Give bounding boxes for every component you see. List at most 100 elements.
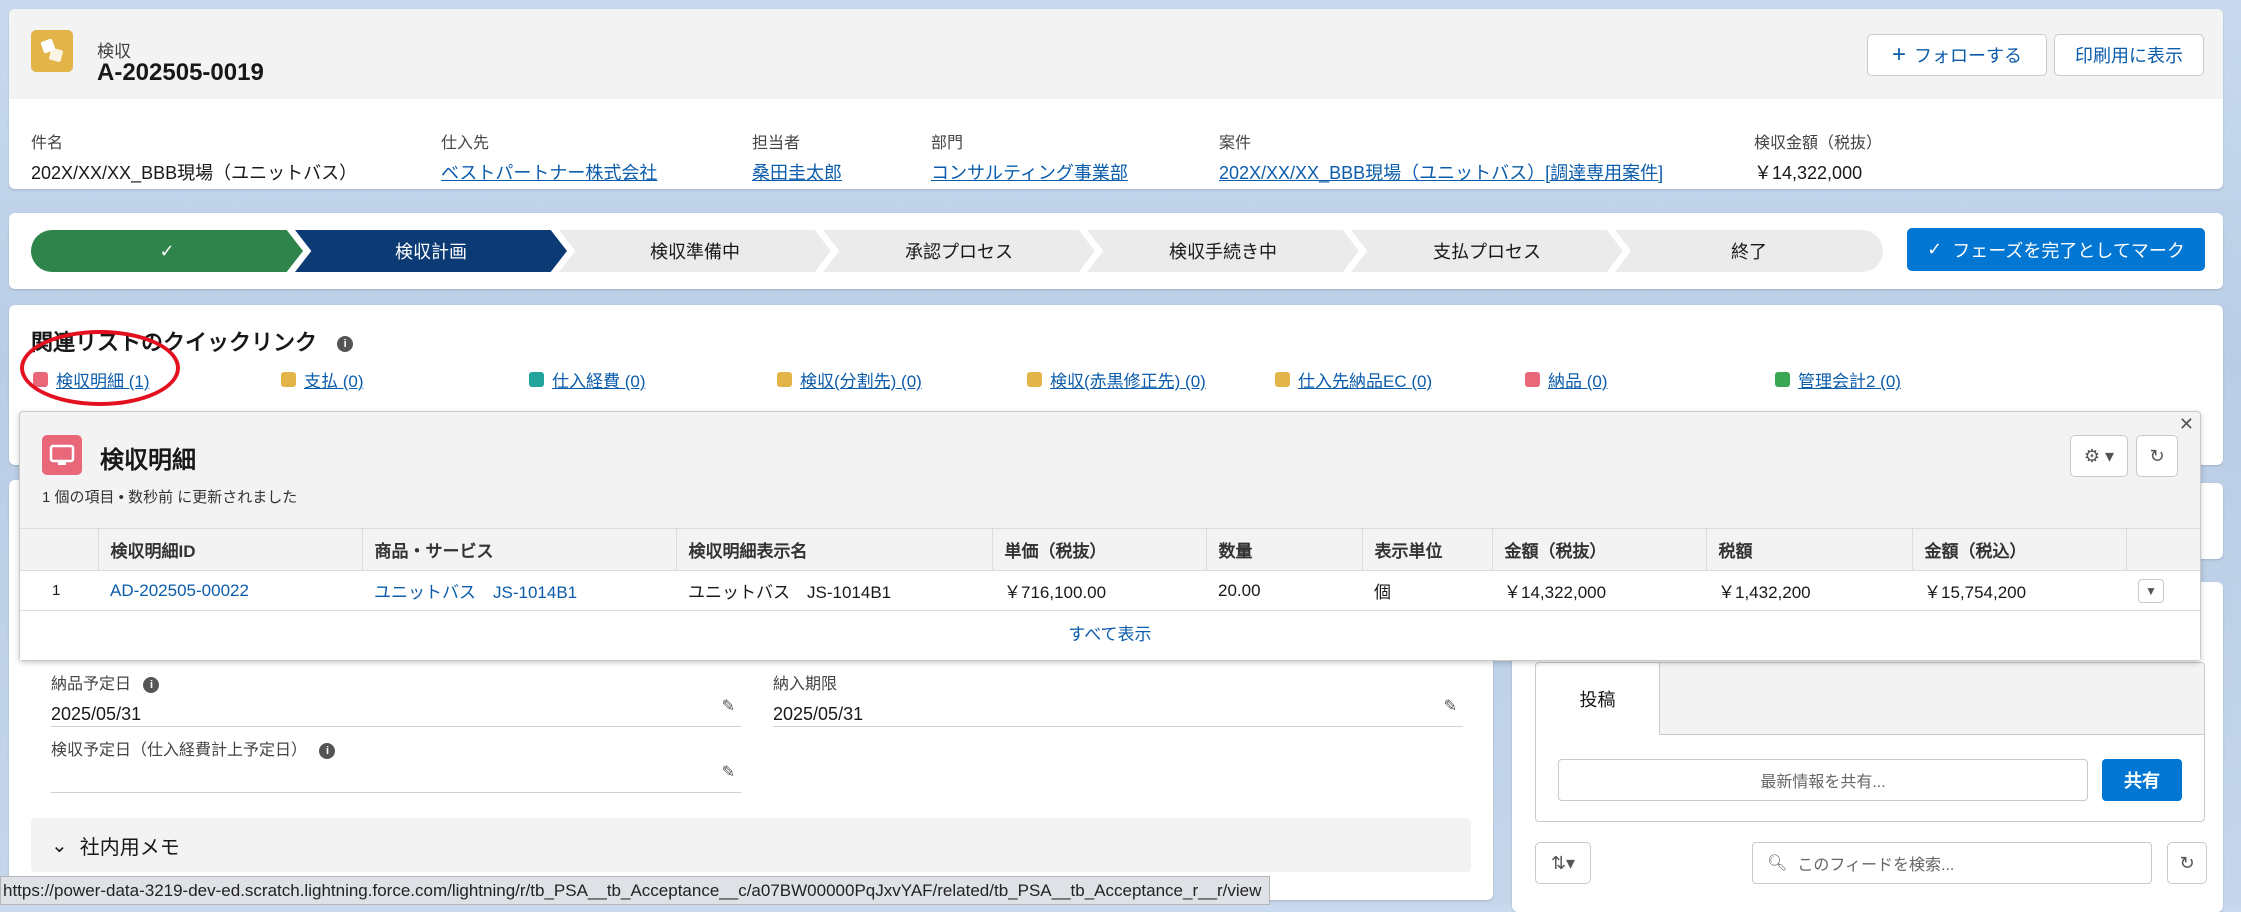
- field-label: 部門: [931, 135, 964, 152]
- quick-link-label[interactable]: 仕入経費 (0): [552, 367, 646, 392]
- print-label: 印刷用に表示: [2075, 46, 2183, 66]
- quick-link-label[interactable]: 仕入先納品EC (0): [1298, 367, 1432, 392]
- quick-link-delivery[interactable]: 納品 (0): [1525, 367, 1608, 392]
- column-header: [2125, 528, 2200, 571]
- path-step[interactable]: 承認プロセス: [823, 230, 1095, 272]
- mark-complete-button[interactable]: ✓ フェーズを完了としてマーク: [1907, 228, 2205, 271]
- edit-pencil-icon[interactable]: ✎: [1444, 696, 1457, 716]
- record-header: 検収 A-202505-0019 + フォローする 印刷用に表示 件名 202X…: [9, 9, 2223, 189]
- expense-icon: [529, 372, 544, 387]
- table-cell: ￥716,100.00: [992, 570, 1206, 611]
- field-value: 2025/05/31: [773, 704, 864, 724]
- cell-link[interactable]: ユニットバス JS-1014B1: [374, 583, 577, 602]
- table-cell: ユニットバス JS-1014B1: [676, 570, 992, 611]
- field-underline: [51, 726, 741, 727]
- view-all-link[interactable]: すべて表示: [20, 610, 2200, 660]
- field-label: 案件: [1219, 135, 1252, 152]
- section-internal-memo[interactable]: ⌄ 社内用メモ: [31, 818, 1471, 872]
- edit-pencil-icon[interactable]: ✎: [722, 696, 735, 716]
- search-icon: 🔍︎: [1767, 855, 1788, 872]
- quick-link-label[interactable]: 支払 (0): [304, 367, 364, 392]
- printable-view-button[interactable]: 印刷用に表示: [2054, 34, 2204, 76]
- check-icon: ✓: [159, 240, 175, 261]
- quick-link-label[interactable]: 検収(赤黒修正先) (0): [1050, 367, 1206, 392]
- sort-icon: ⇅▾: [1550, 852, 1576, 873]
- feed-search-input[interactable]: 🔍︎ このフィードを検索...: [1752, 842, 2152, 884]
- quick-link-label[interactable]: 管理会計2 (0): [1798, 367, 1901, 392]
- delivery-ec-icon: [1275, 372, 1290, 387]
- path-step[interactable]: 支払プロセス: [1351, 230, 1623, 272]
- acceptance-icon: [777, 372, 792, 387]
- field-value: 2025/05/31: [51, 704, 142, 724]
- field-department: 部門 コンサルティング事業部: [931, 129, 1128, 185]
- popover-title: 検収明細: [100, 447, 196, 474]
- column-header[interactable]: 表示単位: [1361, 528, 1492, 571]
- table-row: 1 AD-202505-00022 ユニットバス JS-1014B1 ユニットバ…: [20, 570, 2200, 611]
- follow-button[interactable]: + フォローする: [1867, 34, 2047, 76]
- column-header[interactable]: 検収明細ID: [97, 528, 362, 571]
- column-header[interactable]: 商品・サービス: [361, 528, 676, 571]
- path-step-current[interactable]: 検収計画: [295, 230, 567, 272]
- quick-link-supplier-delivery[interactable]: 仕入先納品EC (0): [1275, 367, 1432, 392]
- quick-link-purchase-expense[interactable]: 仕入経費 (0): [529, 367, 646, 392]
- column-header[interactable]: 数量: [1205, 528, 1362, 571]
- field-label: 件名: [31, 135, 64, 152]
- popover-subtitle: 1 個の項目 • 数秒前 に更新されました: [42, 489, 298, 506]
- edit-pencil-icon[interactable]: ✎: [722, 762, 735, 782]
- refresh-icon: ↻: [2149, 445, 2165, 466]
- field-delivery-date: 納品予定日 i 2025/05/31 ✎: [51, 670, 741, 727]
- follow-label: フォローする: [1914, 46, 2022, 66]
- field-value: ￥14,322,000: [1754, 163, 1863, 183]
- path-step[interactable]: 検収準備中: [559, 230, 831, 272]
- section-title: 社内用メモ: [79, 836, 180, 859]
- acceptance-icon: [1027, 372, 1042, 387]
- path-step-completed[interactable]: ✓: [31, 230, 303, 272]
- owner-link[interactable]: 桑田圭太郎: [752, 159, 842, 185]
- close-icon[interactable]: ✕: [2179, 414, 2194, 435]
- sort-button[interactable]: ⇅▾: [1535, 842, 1591, 884]
- quick-link-label[interactable]: 検収(分割先) (0): [800, 367, 922, 392]
- field-underline: [51, 792, 741, 793]
- tab-post[interactable]: 投稿: [1536, 663, 1660, 735]
- quick-link-management-accounting[interactable]: 管理会計2 (0): [1775, 367, 1901, 392]
- acceptance-detail-table: 検収明細ID 商品・サービス 検収明細表示名 単価（税抜） 数量 表示単位 金額…: [20, 528, 2200, 611]
- table-cell: ￥1,432,200: [1706, 570, 1912, 611]
- column-header[interactable]: 税額: [1705, 528, 1912, 571]
- info-icon[interactable]: i: [319, 742, 336, 759]
- info-icon[interactable]: i: [337, 336, 354, 353]
- project-link[interactable]: 202X/XX/XX_BBB現場（ユニットバス）[調達専用案件]: [1219, 159, 1663, 185]
- gear-icon: ⚙ ▾: [2083, 445, 2115, 466]
- column-header[interactable]: 金額（税抜）: [1491, 528, 1706, 571]
- supplier-link[interactable]: ベストパートナー株式会社: [441, 159, 657, 185]
- share-button[interactable]: 共有: [2102, 759, 2182, 801]
- refresh-icon: ↻: [2179, 852, 2195, 873]
- row-action-cell: ▼: [2126, 570, 2200, 611]
- table-header-row: 検収明細ID 商品・サービス 検収明細表示名 単価（税抜） 数量 表示単位 金額…: [20, 528, 2200, 571]
- chevron-down-icon: ⌄: [51, 834, 68, 857]
- share-input[interactable]: 最新情報を共有...: [1558, 759, 2088, 801]
- path-step[interactable]: 終了: [1615, 230, 1883, 272]
- column-header[interactable]: 単価（税抜）: [991, 528, 1206, 571]
- product-link[interactable]: ユニットバス JS-1014B1: [362, 570, 676, 611]
- related-list-popover: 検収明細 1 個の項目 • 数秒前 に更新されました ⚙ ▾ ↻ ✕ 検収明細I…: [19, 411, 2201, 661]
- quick-link-payment[interactable]: 支払 (0): [281, 367, 364, 392]
- quick-link-split[interactable]: 検収(分割先) (0): [777, 367, 922, 392]
- table-cell: 個: [1362, 570, 1492, 611]
- quick-link-label[interactable]: 納品 (0): [1548, 367, 1608, 392]
- department-link[interactable]: コンサルティング事業部: [931, 159, 1128, 185]
- delivery-icon: [1525, 372, 1540, 387]
- info-icon[interactable]: i: [143, 676, 160, 693]
- field-amount: 検収金額（税抜） ￥14,322,000: [1754, 129, 1882, 185]
- path-step[interactable]: 検収手続き中: [1087, 230, 1359, 272]
- row-number: 1: [20, 570, 98, 611]
- quick-link-correction[interactable]: 検収(赤黒修正先) (0): [1027, 367, 1206, 392]
- cell-link[interactable]: AD-202505-00022: [110, 581, 249, 600]
- column-header[interactable]: 検収明細表示名: [675, 528, 992, 571]
- field-label: 仕入先: [441, 135, 490, 152]
- refresh-button[interactable]: ↻: [2167, 842, 2207, 884]
- row-action-menu-icon[interactable]: ▼: [2138, 578, 2164, 603]
- list-settings-button[interactable]: ⚙ ▾: [2070, 435, 2128, 477]
- column-header[interactable]: 金額（税込）: [1911, 528, 2126, 571]
- acceptance-detail-id-link[interactable]: AD-202505-00022: [98, 570, 362, 611]
- refresh-button[interactable]: ↻: [2136, 435, 2178, 477]
